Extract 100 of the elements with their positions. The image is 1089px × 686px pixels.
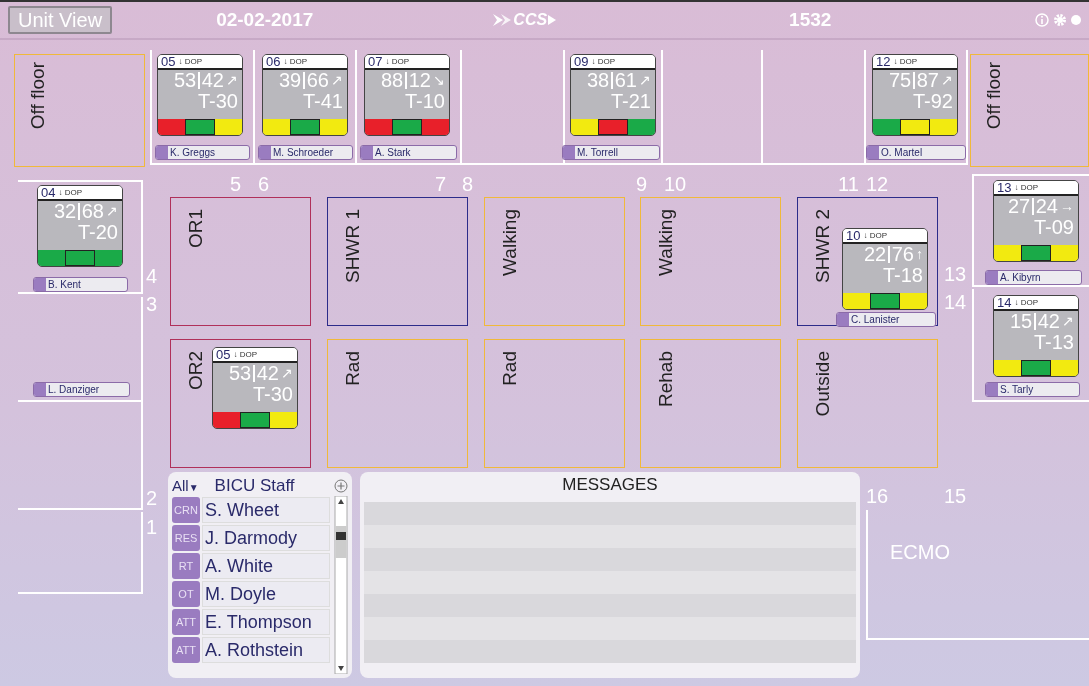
trend-arrow: ↗ (639, 71, 651, 90)
patient-card[interactable]: 14 ↓ DOP 15 42↗ T-13 (993, 295, 1079, 377)
patient-name-tag[interactable]: M. Torrell (562, 145, 660, 160)
room-label: OR1 (184, 209, 207, 249)
drip-label: ↓ DOP (1014, 298, 1039, 307)
bed-number-label: 13 (944, 264, 967, 284)
patient-name-tag[interactable]: L. Danziger (33, 382, 130, 397)
drip-label: ↓ DOP (58, 188, 83, 197)
staff-name[interactable]: E. Thompson (202, 609, 330, 635)
bed-number: 05 (216, 348, 231, 361)
timer-value: T-30 (197, 91, 238, 112)
timer-value: T-09 (1033, 217, 1074, 238)
vital-value: 39 (279, 70, 302, 91)
patient-card[interactable]: 05 ↓ DOP 53 42↗ T-30 (157, 54, 243, 136)
messages-title: MESSAGES (561, 474, 659, 496)
patient-card[interactable]: 05 ↓ DOP 53 42↗ T-30 (212, 347, 298, 429)
trend-arrow: ↗ (941, 71, 953, 90)
filter-dropdown[interactable]: All▼ (172, 474, 199, 498)
bed-number-label: 10 (664, 174, 687, 194)
patient-card[interactable]: 07 ↓ DOP 88 12↘ T-10 (364, 54, 450, 136)
bed-number: 04 (41, 186, 56, 199)
vital-value: 15 (1010, 311, 1033, 332)
vital-value: 87 (916, 70, 939, 91)
room-label: Rad (341, 351, 364, 386)
dot-icon (1071, 13, 1081, 27)
staff-name[interactable]: J. Darmody (202, 525, 330, 551)
bed-number-label: 14 (944, 292, 967, 312)
trend-arrow: ↗ (226, 71, 238, 90)
bed-number-label: 15 (944, 486, 967, 506)
patient-card[interactable]: 04 ↓ DOP 32 68↗ T-20 (37, 185, 123, 267)
room-label: SHWR 1 (341, 209, 364, 283)
room-label: Outside (811, 351, 834, 417)
patient-name-tag[interactable]: B. Kent (33, 277, 128, 292)
bed-number-label: 9 (636, 174, 648, 194)
drip-label: ↓ DOP (893, 57, 918, 66)
role-badge (34, 383, 46, 396)
area-label: Off floor (26, 62, 49, 130)
role-badge: RES (172, 525, 200, 551)
role-badge (156, 146, 168, 159)
role-badge: ATT (172, 609, 200, 635)
drip-label: ↓ DOP (283, 57, 308, 66)
role-badge (563, 146, 575, 159)
role-badge: CRN (172, 497, 200, 523)
vital-value: 53 (174, 70, 197, 91)
logo-text: CCS (513, 10, 548, 30)
room-label: SHWR 2 (811, 209, 834, 283)
room-label: Walking (498, 209, 521, 276)
vital-value: 42 (256, 363, 279, 384)
vital-value: 66 (306, 70, 329, 91)
drip-label: ↓ DOP (1014, 183, 1039, 192)
patient-name: A. Kibyrn (999, 271, 1041, 284)
vital-value: 22 (864, 244, 887, 265)
trend-arrow: ↗ (1062, 312, 1074, 331)
patient-card[interactable]: 10 ↓ DOP 22 76↑ T-18 (842, 228, 928, 310)
staff-name[interactable]: A. Rothstein (202, 637, 330, 663)
patient-name-tag[interactable]: S. Tarly (985, 382, 1080, 397)
bed-number: 06 (266, 55, 281, 68)
patient-name-tag[interactable]: K. Greggs (155, 145, 250, 160)
patient-name-tag[interactable]: M. Schroeder (258, 145, 353, 160)
room-label: Rehab (654, 351, 677, 407)
role-badge (986, 271, 998, 284)
patient-card[interactable]: 06 ↓ DOP 39 66↗ T-41 (262, 54, 348, 136)
staff-name[interactable]: S. Wheet (202, 497, 330, 523)
patient-name-tag[interactable]: O. Martel (866, 145, 966, 160)
patient-name-tag[interactable]: C. Lanister (836, 312, 936, 327)
vital-value: 61 (614, 70, 637, 91)
patient-card[interactable]: 13 ↓ DOP 27 24→ T-09 (993, 180, 1079, 262)
patient-card[interactable]: 12 ↓ DOP 75 87↗ T-92 (872, 54, 958, 136)
patient-name: L. Danziger (47, 383, 100, 396)
role-badge (259, 146, 271, 159)
trend-arrow: ↗ (281, 364, 293, 383)
vital-value: 76 (891, 244, 914, 265)
role-badge (837, 313, 849, 326)
bed-number-label: 7 (435, 174, 447, 194)
play-icon (547, 14, 558, 26)
patient-name-tag[interactable]: A. Stark (360, 145, 457, 160)
bed-number-label: 12 (866, 174, 889, 194)
patient-name: S. Tarly (999, 383, 1034, 396)
vital-value: 75 (889, 70, 912, 91)
room-label: OR2 (184, 351, 207, 391)
patient-name: B. Kent (47, 278, 81, 291)
patient-name: C. Lanister (850, 313, 900, 326)
timer-value: T-20 (77, 222, 118, 243)
bed-number-label: 11 (838, 174, 859, 194)
bed-number: 05 (161, 55, 176, 68)
bed-number: 12 (876, 55, 891, 68)
role-badge (867, 146, 879, 159)
timer-value: T-13 (1033, 332, 1074, 353)
patient-name: M. Torrell (576, 146, 618, 159)
bed-number: 10 (846, 229, 861, 242)
staff-name[interactable]: M. Doyle (202, 581, 330, 607)
staff-name[interactable]: A. White (202, 553, 330, 579)
scrollbar[interactable] (334, 496, 348, 674)
info-icon (1035, 13, 1049, 27)
patient-card[interactable]: 09 ↓ DOP 38 61↗ T-21 (570, 54, 656, 136)
trend-arrow: → (1060, 197, 1074, 216)
add-icon[interactable] (334, 479, 348, 493)
patient-name-tag[interactable]: A. Kibyrn (985, 270, 1082, 285)
settings-icon (1053, 13, 1067, 27)
vital-value: 68 (81, 201, 104, 222)
